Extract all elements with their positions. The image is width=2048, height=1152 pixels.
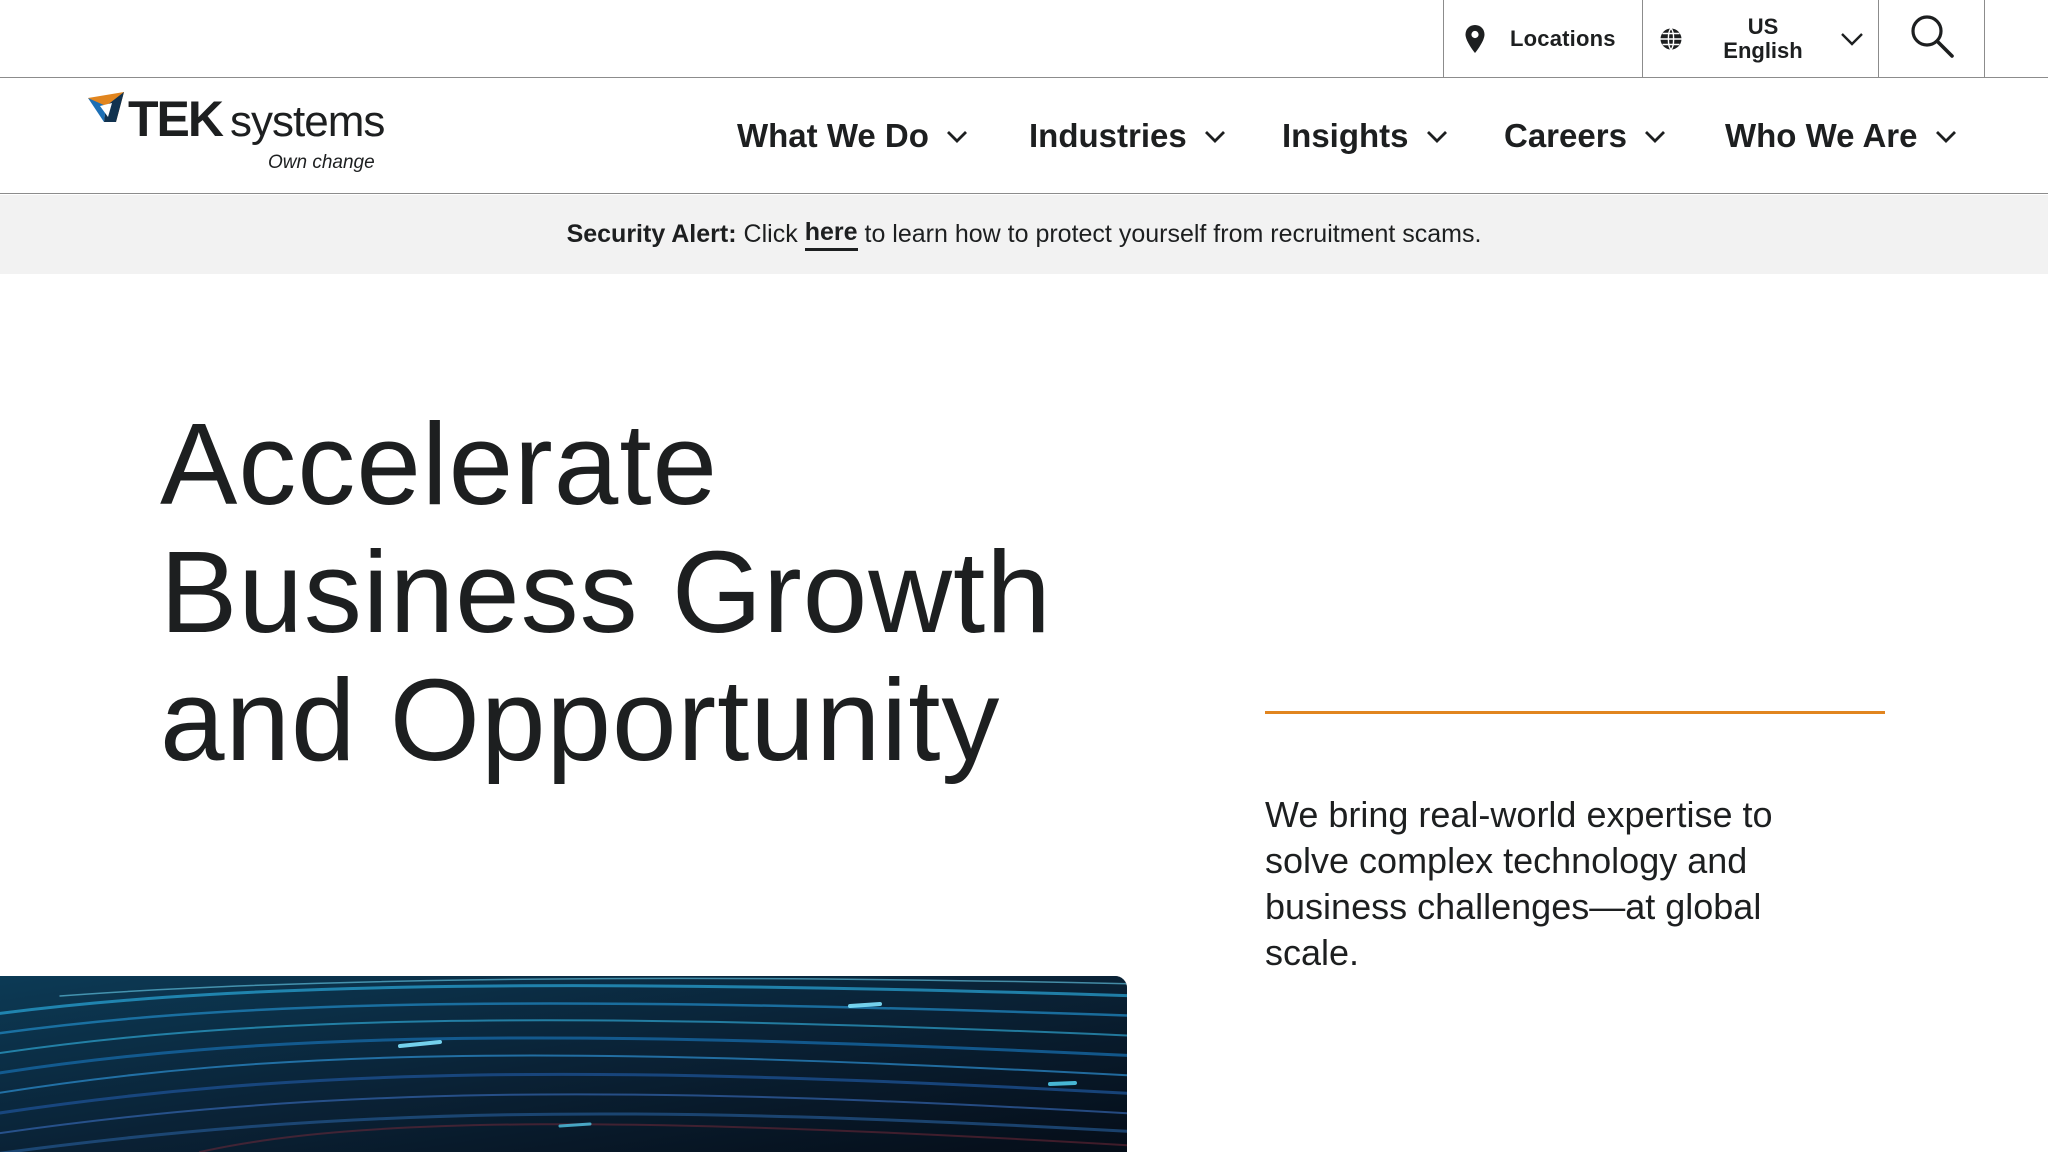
security-alert-banner: Security Alert: Click here to learn how … bbox=[0, 195, 2048, 274]
hero-title: Accelerate Business Growth and Opportuni… bbox=[160, 400, 1060, 784]
chevron-down-icon bbox=[1425, 124, 1449, 148]
chevron-down-icon bbox=[1934, 124, 1958, 148]
chevron-down-icon bbox=[1643, 124, 1667, 148]
language-label: US English bbox=[1703, 13, 1823, 63]
region-label: US bbox=[1747, 13, 1779, 39]
locations-label: Locations bbox=[1510, 25, 1616, 51]
alert-here-link[interactable]: here bbox=[804, 218, 858, 251]
language-selector[interactable]: US English bbox=[1642, 0, 1878, 77]
hero-title-line: Business Growth bbox=[160, 527, 1052, 657]
nav-what-we-do[interactable]: What We Do bbox=[737, 116, 969, 156]
alert-prefix: Security Alert: bbox=[566, 220, 737, 248]
utility-spacer bbox=[1984, 0, 2048, 77]
chevron-down-icon bbox=[1203, 124, 1227, 148]
nav-industries[interactable]: Industries bbox=[1029, 116, 1227, 156]
search-button[interactable] bbox=[1878, 0, 1984, 77]
accent-divider bbox=[1265, 711, 1885, 714]
language-name: English bbox=[1723, 37, 1803, 63]
chevron-down-icon bbox=[1839, 26, 1865, 52]
utility-bar: Locations US English bbox=[0, 0, 2048, 78]
globe-icon bbox=[1659, 27, 1683, 51]
location-pin-icon bbox=[1464, 24, 1486, 54]
hero-title-line: Accelerate bbox=[160, 399, 719, 529]
hero-image bbox=[0, 976, 1127, 1152]
nav-label: Insights bbox=[1282, 117, 1409, 154]
nav-insights[interactable]: Insights bbox=[1282, 116, 1449, 156]
main-navigation: TEK systems Own change What We Do Indust… bbox=[0, 78, 2048, 194]
hero-description: We bring real-world expertise to solve c… bbox=[1265, 794, 1773, 973]
locations-link[interactable]: Locations bbox=[1443, 0, 1642, 77]
nav-who-we-are[interactable]: Who We Are bbox=[1725, 116, 1958, 156]
hero-title-line: and Opportunity bbox=[160, 655, 1001, 785]
nav-label: Careers bbox=[1504, 117, 1627, 154]
nav-label: Industries bbox=[1029, 117, 1187, 154]
alert-click-text: Click bbox=[743, 220, 798, 248]
alert-suffix: to learn how to protect yourself from re… bbox=[864, 220, 1482, 248]
nav-menu: What We Do Industries Insights Careers W… bbox=[0, 78, 2048, 194]
nav-label: Who We Are bbox=[1725, 117, 1918, 154]
nav-careers[interactable]: Careers bbox=[1504, 116, 1667, 156]
chevron-down-icon bbox=[945, 124, 969, 148]
nav-label: What We Do bbox=[737, 117, 929, 154]
search-icon bbox=[1909, 13, 1955, 64]
